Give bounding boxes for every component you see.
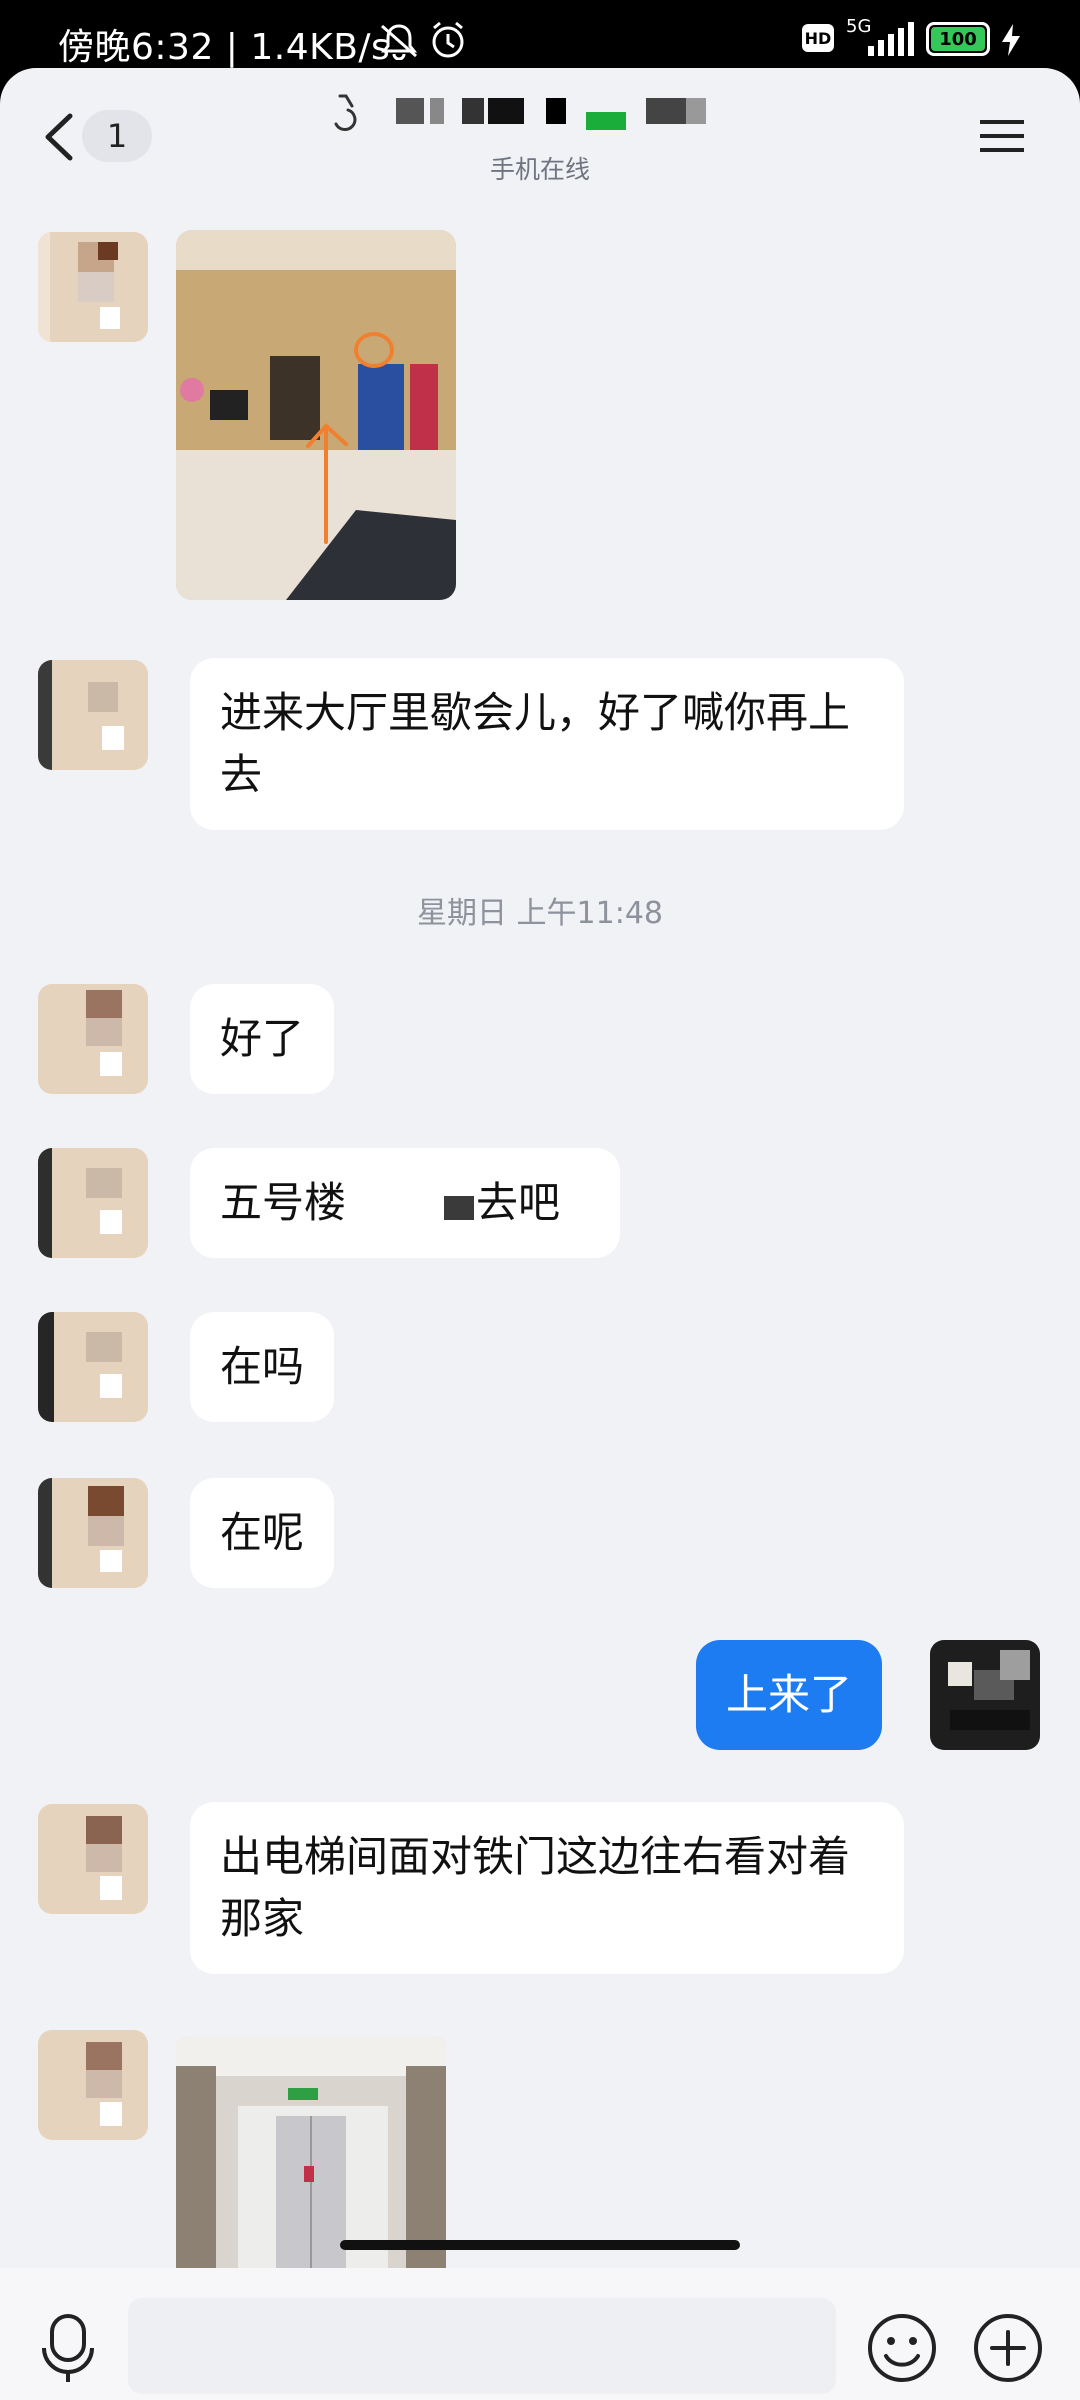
- contact-avatar[interactable]: [38, 2030, 148, 2140]
- emoji-icon[interactable]: [866, 2312, 938, 2384]
- hd-icon: HD: [802, 24, 834, 52]
- alarm-icon: [432, 21, 464, 58]
- status-bar: 傍晚6:32 | 1.4KB/s HD 5G 100: [0, 0, 1080, 78]
- my-message-bubble[interactable]: 上来了: [696, 1640, 883, 1750]
- redacted-name: [546, 98, 566, 124]
- redacted-name: [396, 98, 424, 124]
- input-bar: [0, 2268, 1080, 2400]
- battery-icon: 100: [926, 22, 990, 56]
- chat-screen: 1 手机在线 进来大厅里歇会儿，好了喊你再上去 星期日 上午11:48 好了 五…: [0, 68, 1080, 2400]
- redacted-text: [346, 1188, 476, 1224]
- message-bubble[interactable]: 五号楼 去吧: [190, 1148, 620, 1258]
- contact-avatar[interactable]: [38, 1148, 148, 1258]
- message-bubble[interactable]: 好了: [190, 984, 335, 1094]
- message-bubble[interactable]: 在呢: [190, 1478, 335, 1588]
- photo-message[interactable]: [176, 2036, 446, 2268]
- redacted-name: [646, 98, 686, 124]
- message-timestamp: 星期日 上午11:48: [417, 896, 663, 931]
- charging-icon: [1002, 24, 1020, 56]
- home-indicator[interactable]: [340, 2240, 740, 2250]
- contact-avatar[interactable]: [38, 1312, 148, 1422]
- elevator-photo: [176, 2036, 446, 2268]
- signal-icon: [868, 22, 914, 56]
- message-bubble[interactable]: 在吗: [190, 1312, 335, 1422]
- contact-avatar[interactable]: [38, 660, 148, 770]
- message-list[interactable]: 进来大厅里歇会儿，好了喊你再上去 星期日 上午11:48 好了 五号楼 去吧 在吗: [0, 188, 1080, 2356]
- message-text: 去吧: [476, 1178, 561, 1227]
- redacted-name: [488, 98, 524, 124]
- contact-avatar[interactable]: [38, 984, 148, 1094]
- contact-title[interactable]: [0, 90, 1080, 140]
- redacted-name: [430, 98, 444, 124]
- contact-avatar[interactable]: [38, 1478, 148, 1588]
- redacted-name: [686, 98, 706, 124]
- mute-bell-icon: [380, 24, 418, 60]
- message-text: 五号楼: [220, 1178, 347, 1227]
- mic-icon[interactable]: [40, 2312, 96, 2384]
- contact-avatar[interactable]: [38, 1804, 148, 1914]
- status-time: 傍晚6:32 | 1.4KB/s: [58, 27, 391, 68]
- contact-status: 手机在线: [489, 155, 590, 184]
- message-bubble[interactable]: 出电梯间面对铁门这边往右看对着那家: [190, 1802, 904, 1974]
- top-navigation: 1 手机在线: [0, 68, 1080, 188]
- contact-gender-icon: [334, 94, 357, 132]
- my-avatar[interactable]: [930, 1640, 1040, 1750]
- photo-message[interactable]: [176, 230, 456, 600]
- message-input[interactable]: [128, 2298, 836, 2394]
- plus-icon[interactable]: [972, 2312, 1044, 2384]
- message-bubble[interactable]: 进来大厅里歇会儿，好了喊你再上去: [190, 658, 904, 830]
- redacted-name: [462, 98, 484, 124]
- contact-avatar[interactable]: [38, 232, 148, 342]
- lobby-photo: [176, 230, 456, 600]
- menu-icon[interactable]: [980, 118, 1024, 154]
- battery-level: 100: [931, 27, 985, 51]
- redacted-name: [586, 112, 626, 130]
